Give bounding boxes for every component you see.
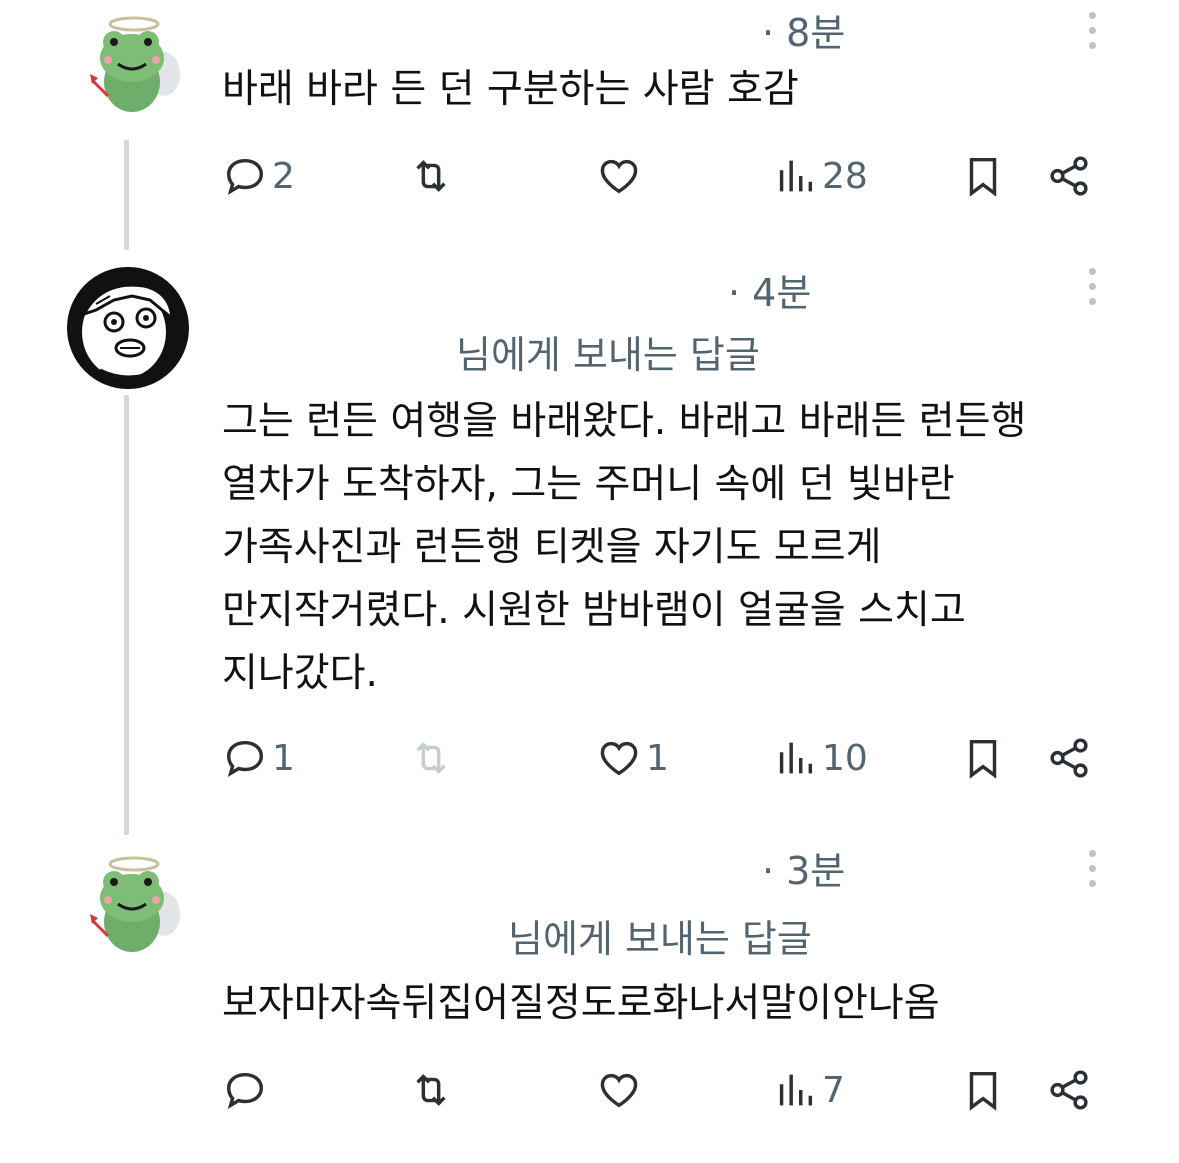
heart-icon xyxy=(600,1073,638,1108)
share-icon xyxy=(1050,738,1088,778)
like-count: 1 xyxy=(646,737,669,779)
action-bar: 1 1 10 xyxy=(222,730,1102,786)
views-button[interactable]: 28 xyxy=(772,148,868,204)
post-time[interactable]: · 8분 xyxy=(762,2,845,57)
repost-button[interactable] xyxy=(408,1062,454,1118)
repost-icon xyxy=(416,1074,446,1106)
views-count: 10 xyxy=(822,737,868,779)
views-icon xyxy=(779,742,813,774)
share-button[interactable] xyxy=(1046,1062,1092,1118)
frog-angel-avatar[interactable] xyxy=(78,14,190,126)
like-button[interactable] xyxy=(596,1062,642,1118)
action-bar: 7 xyxy=(222,1062,1102,1118)
share-icon xyxy=(1050,1070,1088,1110)
share-button[interactable] xyxy=(1046,148,1092,204)
post-text: 보자마자속뒤집어질정도로화나서말이안나옴 xyxy=(222,981,940,1026)
thread-line-2 xyxy=(124,395,129,835)
views-button[interactable]: 10 xyxy=(772,730,868,786)
repost-button[interactable] xyxy=(408,148,454,204)
reply-icon xyxy=(226,740,264,778)
views-count: 28 xyxy=(822,155,868,197)
like-button[interactable]: 1 xyxy=(596,730,669,786)
views-button[interactable]: 7 xyxy=(772,1062,845,1118)
bookmark-button[interactable] xyxy=(960,1062,1006,1118)
post-time[interactable]: · 4분 xyxy=(728,262,811,317)
frog-angel-avatar[interactable] xyxy=(78,854,190,966)
views-icon xyxy=(779,160,813,192)
post-text: 바래 바라 든 던 구분하는 사람 호감 xyxy=(222,67,799,112)
reply-count: 1 xyxy=(272,737,295,779)
bookmark-icon xyxy=(969,157,997,197)
share-icon xyxy=(1050,156,1088,196)
more-vertical-icon[interactable] xyxy=(1085,268,1099,312)
views-icon xyxy=(779,1074,813,1106)
views-count: 7 xyxy=(822,1069,845,1111)
bookmark-icon xyxy=(969,1071,997,1111)
bookmark-button[interactable] xyxy=(960,730,1006,786)
post-time[interactable]: · 3분 xyxy=(762,840,845,895)
more-vertical-icon[interactable] xyxy=(1085,12,1099,56)
reply-button[interactable]: 2 xyxy=(222,148,295,204)
heart-icon xyxy=(600,741,638,776)
reply-to-label[interactable]: 님에게 보내는 답글 xyxy=(456,324,760,379)
reply-icon xyxy=(226,1072,264,1110)
share-button[interactable] xyxy=(1046,730,1092,786)
reply-button[interactable]: 1 xyxy=(222,730,295,786)
post-text: 그는 런든 여행을 바래왔다. 바래고 바래든 런든행 열차가 도착하자, 그는… xyxy=(222,399,1027,696)
bookmark-icon xyxy=(969,739,997,779)
reply-button[interactable] xyxy=(222,1062,268,1118)
action-bar: 2 28 xyxy=(222,148,1102,204)
bookmark-button[interactable] xyxy=(960,148,1006,204)
repost-icon xyxy=(416,160,446,192)
thread-line-1 xyxy=(124,140,129,250)
reply-count: 2 xyxy=(272,155,295,197)
reply-icon xyxy=(226,158,264,196)
like-button[interactable] xyxy=(596,148,642,204)
heart-icon xyxy=(600,159,638,194)
repost-icon xyxy=(416,742,446,774)
more-vertical-icon[interactable] xyxy=(1085,850,1099,894)
reply-to-label[interactable]: 님에게 보내는 답글 xyxy=(508,908,812,963)
manga-character-avatar[interactable] xyxy=(66,266,190,390)
repost-button[interactable] xyxy=(408,730,454,786)
